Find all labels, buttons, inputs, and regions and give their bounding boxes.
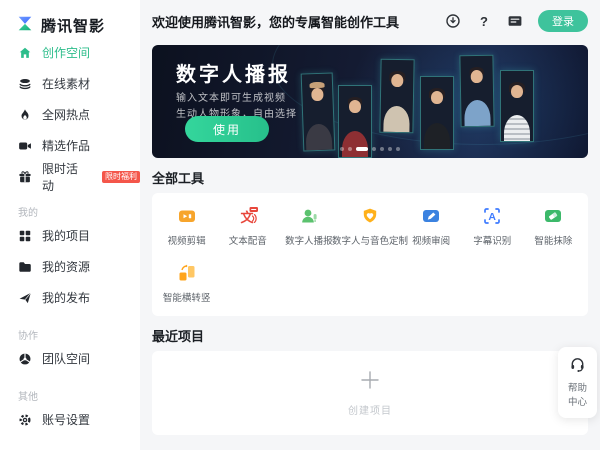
- video-edit-icon: [177, 206, 197, 226]
- sidebar-item-featured-works[interactable]: 精选作品: [0, 130, 140, 161]
- sidebar-item-limited-activity[interactable]: 限时活动 限时福利: [0, 161, 140, 192]
- tool-digital-human-broadcast[interactable]: 数字人播报: [285, 206, 333, 247]
- tool-smart-erase[interactable]: 智能抹除: [534, 206, 572, 247]
- sidebar-item-label: 在线素材: [42, 75, 90, 92]
- sidebar-item-account-settings[interactable]: 账号设置: [0, 404, 140, 435]
- grid-icon: [18, 229, 32, 243]
- portrait-frame: [500, 70, 534, 142]
- create-project-button[interactable]: 创建项目: [348, 369, 392, 417]
- digital-human-icon: [299, 206, 319, 226]
- header-actions: ? 登录: [445, 10, 588, 32]
- sidebar-item-label: 团队空间: [42, 350, 90, 367]
- sidebar-item-trending[interactable]: 全网热点: [0, 99, 140, 130]
- tool-text-dubbing[interactable]: 文 文本配音: [229, 206, 267, 247]
- create-project-label: 创建项目: [348, 402, 392, 417]
- banner-subtitle-1: 输入文本即可生成视频: [176, 89, 286, 104]
- help-icon[interactable]: ?: [476, 13, 492, 29]
- plus-icon: [359, 369, 381, 396]
- app-window: 腾讯智影 创作空间 在线素材 全网热点: [0, 0, 600, 450]
- tool-subtitle-recognition[interactable]: A 字幕识别: [473, 206, 511, 247]
- activity-badge: 限时福利: [102, 171, 140, 183]
- sidebar-item-label: 全网热点: [42, 106, 90, 123]
- sidebar: 腾讯智影 创作空间 在线素材 全网热点: [0, 0, 140, 450]
- sidebar-item-my-projects[interactable]: 我的项目: [0, 220, 140, 251]
- sidebar-item-label: 精选作品: [42, 137, 90, 154]
- flame-icon: [18, 108, 32, 122]
- team-icon: [18, 352, 32, 366]
- sidebar-item-label: 我的发布: [42, 289, 90, 306]
- sidebar-item-label: 账号设置: [42, 411, 90, 428]
- tools-section-title: 全部工具: [152, 168, 588, 187]
- svg-text:A: A: [489, 211, 497, 223]
- tool-horizontal-to-vertical[interactable]: 智能横转竖: [163, 263, 211, 304]
- tool-video-edit[interactable]: 视频剪辑: [168, 206, 206, 247]
- sidebar-section-mine: 我的: [0, 202, 140, 220]
- home-icon: [18, 46, 32, 60]
- sidebar-item-label: 我的资源: [42, 258, 90, 275]
- login-button[interactable]: 登录: [538, 10, 588, 32]
- sidebar-menu: 创作空间 在线素材 全网热点 精选作品: [0, 37, 140, 435]
- text-dub-icon: 文: [238, 206, 258, 226]
- sidebar-item-online-assets[interactable]: 在线素材: [0, 68, 140, 99]
- sidebar-item-creation-space[interactable]: 创作空间: [0, 37, 140, 68]
- portrait-frame: [459, 55, 494, 128]
- top-header: 欢迎使用腾讯智影，您的专属智能创作工具 ? 登录: [140, 0, 600, 42]
- video-review-icon: [421, 206, 441, 226]
- tools-card: 视频剪辑 文 文本配音 数字人播报: [152, 193, 588, 316]
- help-center-label-line2: 中心: [558, 396, 597, 410]
- recent-section-title: 最近项目: [152, 326, 588, 345]
- zhiying-logo-icon: [16, 14, 34, 37]
- voice-custom-icon: [360, 206, 380, 226]
- sidebar-item-label: 限时活动: [42, 160, 87, 194]
- recent-projects-card: 创建项目: [152, 351, 588, 435]
- feedback-icon[interactable]: [507, 13, 523, 29]
- video-camera-icon: [18, 139, 32, 153]
- welcome-text: 欢迎使用腾讯智影，您的专属智能创作工具: [152, 12, 399, 31]
- carousel-dot[interactable]: [388, 147, 392, 151]
- sidebar-section-other: 其他: [0, 386, 140, 404]
- main-content: 欢迎使用腾讯智影，您的专属智能创作工具 ? 登录 数字人播报 输入文本即可生成视…: [140, 0, 600, 450]
- download-client-icon[interactable]: [445, 13, 461, 29]
- banner-title: 数字人播报: [176, 58, 291, 87]
- portrait-frame: [301, 72, 336, 151]
- sidebar-item-label: 我的项目: [42, 227, 90, 244]
- tool-voice-customization[interactable]: 数字人与音色定制: [332, 206, 408, 247]
- carousel-dot[interactable]: [372, 147, 376, 151]
- sidebar-section-collaboration: 协作: [0, 325, 140, 343]
- svg-text:文: 文: [240, 210, 254, 225]
- headset-icon: [569, 360, 586, 377]
- layers-icon: [18, 77, 32, 91]
- help-center-widget[interactable]: 帮助 中心: [558, 347, 597, 418]
- app-title: 腾讯智影: [41, 15, 105, 36]
- carousel-dot[interactable]: [380, 147, 384, 151]
- folder-icon: [18, 260, 32, 274]
- help-center-label-line1: 帮助: [558, 382, 597, 396]
- carousel-dot-active[interactable]: [356, 147, 368, 151]
- sidebar-item-my-publications[interactable]: 我的发布: [0, 282, 140, 313]
- gift-icon: [18, 170, 32, 184]
- subtitle-recognition-icon: A: [482, 206, 502, 226]
- carousel-dot[interactable]: [340, 147, 344, 151]
- portrait-frame: [420, 76, 454, 150]
- tool-video-review[interactable]: 视频审阅: [412, 206, 450, 247]
- carousel-dot[interactable]: [396, 147, 400, 151]
- carousel-dots: [340, 147, 400, 151]
- gear-icon: [18, 413, 32, 427]
- logo[interactable]: 腾讯智影: [0, 0, 140, 37]
- sidebar-item-label: 创作空间: [42, 44, 90, 61]
- smart-erase-icon: [543, 206, 563, 226]
- portrait-frame: [379, 59, 414, 134]
- sidebar-item-my-resources[interactable]: 我的资源: [0, 251, 140, 282]
- sidebar-item-team-space[interactable]: 团队空间: [0, 343, 140, 374]
- send-icon: [18, 291, 32, 305]
- carousel-dot[interactable]: [348, 147, 352, 151]
- banner-use-button[interactable]: 使用: [185, 116, 269, 142]
- hero-banner[interactable]: 数字人播报 输入文本即可生成视频 生动人物形象，自由选择 使用: [152, 45, 588, 158]
- horizontal-to-vertical-icon: [177, 263, 197, 283]
